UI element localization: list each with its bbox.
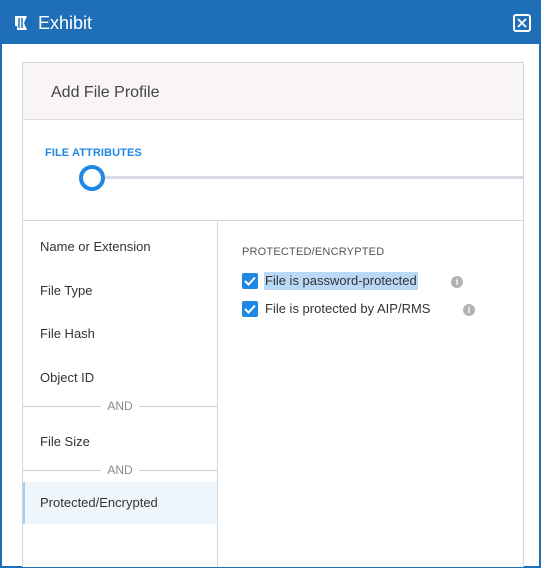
aip-rms-checkbox[interactable] <box>242 301 258 317</box>
app-logo-icon <box>12 13 32 33</box>
slider-track[interactable] <box>93 176 523 179</box>
panel-title: Add File Profile <box>51 84 160 101</box>
nav-item-protected-encrypted[interactable]: Protected/Encrypted <box>23 482 217 524</box>
dialog-window: Exhibit Add File Profile FILE ATTRIBUTES… <box>0 0 541 568</box>
detail-heading: PROTECTED/ENCRYPTED <box>242 246 385 258</box>
attribute-nav: Name or Extension File Type File Hash Ob… <box>23 220 218 567</box>
option-aip-rms: File is protected by AIP/RMS i <box>242 299 482 319</box>
close-icon[interactable] <box>513 14 531 32</box>
nav-item-object-id[interactable]: Object ID <box>23 368 217 388</box>
window-title: Exhibit <box>38 13 93 33</box>
nav-item-file-hash[interactable]: File Hash <box>23 324 217 344</box>
and-divider: AND <box>23 399 217 413</box>
password-protected-checkbox[interactable] <box>242 273 258 289</box>
slider-handle[interactable] <box>79 165 105 191</box>
option-password-protected: File is password-protected i <box>242 271 472 291</box>
info-icon[interactable]: i <box>463 304 475 316</box>
info-icon[interactable]: i <box>451 276 463 288</box>
and-divider: AND <box>23 463 217 477</box>
section-label-file-attributes: FILE ATTRIBUTES <box>45 147 142 159</box>
nav-item-file-type[interactable]: File Type <box>23 281 217 301</box>
file-profile-panel: Add File Profile FILE ATTRIBUTES Name or… <box>22 62 524 567</box>
nav-item-file-size[interactable]: File Size <box>23 432 217 452</box>
divider <box>218 220 523 221</box>
aip-rms-label[interactable]: File is protected by AIP/RMS <box>264 300 431 318</box>
password-protected-label[interactable]: File is password-protected <box>264 272 418 290</box>
nav-item-name-or-extension[interactable]: Name or Extension <box>23 237 217 257</box>
title-bar: Exhibit <box>2 2 539 44</box>
panel-header: Add File Profile <box>23 63 523 120</box>
